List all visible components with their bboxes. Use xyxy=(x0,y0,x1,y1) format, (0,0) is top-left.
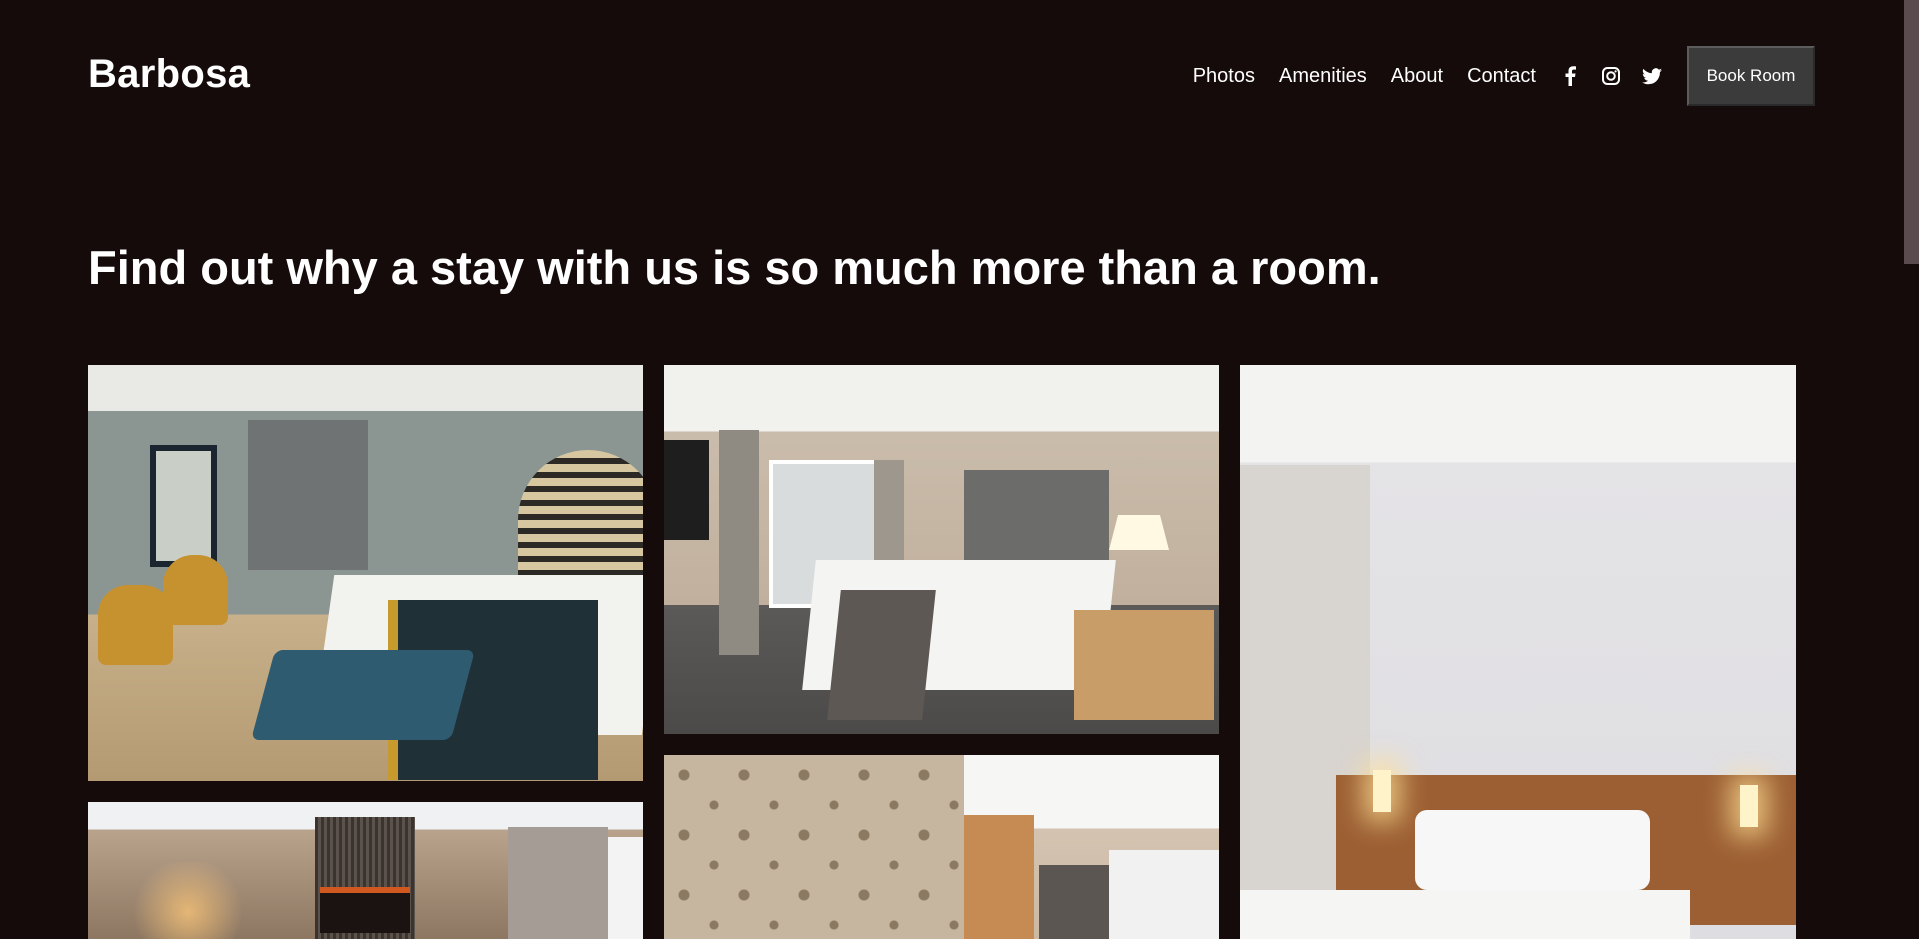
nav-link-amenities[interactable]: Amenities xyxy=(1279,65,1367,88)
facebook-icon[interactable] xyxy=(1560,66,1580,86)
gallery-photo[interactable] xyxy=(664,365,1219,734)
hero-headline: Find out why a stay with us is so much m… xyxy=(88,241,1381,294)
gallery-photo[interactable] xyxy=(664,755,1219,939)
scrollbar-thumb[interactable] xyxy=(1904,0,1919,264)
main-nav: Photos Amenities About Contact Book Room xyxy=(1193,46,1815,106)
book-room-button[interactable]: Book Room xyxy=(1687,46,1815,106)
gallery-photo[interactable] xyxy=(1240,365,1796,939)
gallery-photo[interactable] xyxy=(88,802,643,939)
nav-link-photos[interactable]: Photos xyxy=(1193,65,1255,88)
site-header: Barbosa Photos Amenities About Contact B… xyxy=(88,38,1815,108)
brand-logo[interactable]: Barbosa xyxy=(88,52,250,97)
nav-link-contact[interactable]: Contact xyxy=(1467,65,1536,88)
instagram-icon[interactable] xyxy=(1601,66,1621,86)
gallery-photo[interactable] xyxy=(88,365,643,781)
nav-link-about[interactable]: About xyxy=(1391,65,1443,88)
twitter-icon[interactable] xyxy=(1642,66,1662,86)
